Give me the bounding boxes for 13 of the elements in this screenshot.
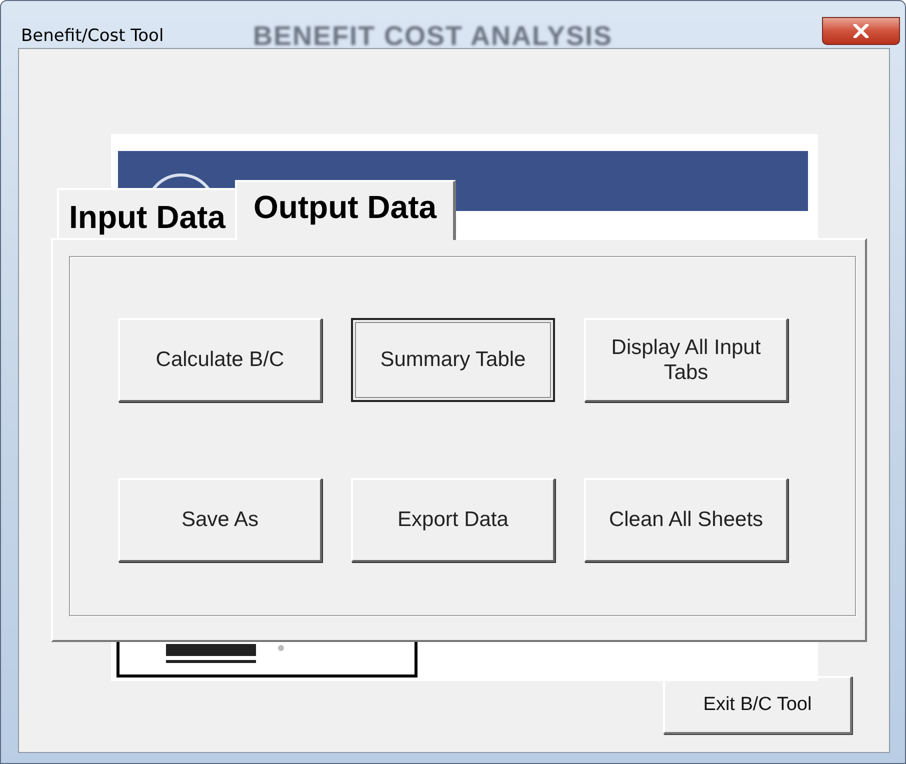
action-button[interactable]: Export Data xyxy=(351,478,555,562)
exit-button[interactable]: Exit B/C Tool xyxy=(663,676,852,734)
background-title: BENEFIT COST ANALYSIS xyxy=(253,21,613,52)
action-button[interactable]: Calculate B/C xyxy=(118,318,322,402)
action-button[interactable]: Display All Input Tabs xyxy=(584,318,788,402)
action-button[interactable]: Summary Table xyxy=(351,318,555,402)
close-button[interactable] xyxy=(822,17,900,45)
window-title: Benefit/Cost Tool xyxy=(21,26,164,46)
close-icon xyxy=(853,24,869,38)
action-button[interactable]: Clean All Sheets xyxy=(584,478,788,562)
tab[interactable]: Input Data xyxy=(57,188,238,240)
action-button[interactable]: Save As xyxy=(118,478,322,562)
tab[interactable]: Output Data xyxy=(235,180,456,240)
